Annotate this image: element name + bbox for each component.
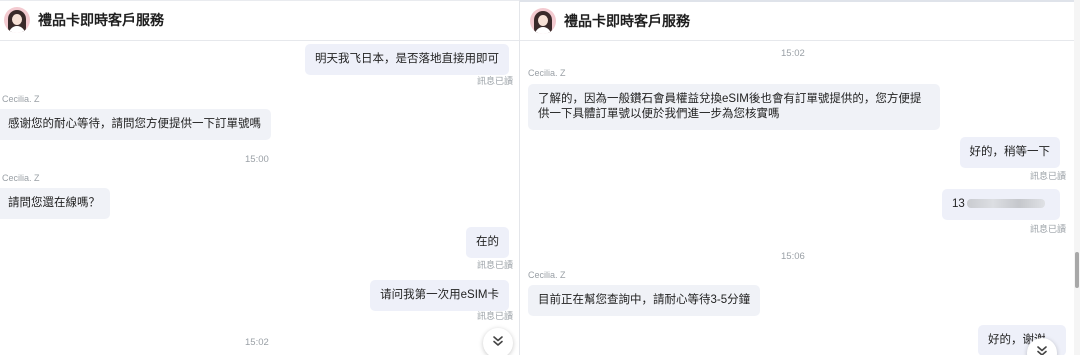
read-status: 訊息已讀 — [476, 76, 513, 86]
user-message: 好的，稍等一下 — [959, 137, 1060, 168]
agent-message: 目前正在幫您查詢中，請耐心等待3-5分鐘 — [528, 285, 761, 316]
read-status: 訊息已讀 — [1029, 171, 1066, 181]
chat-title: 禮品卡即時客戶服務 — [564, 13, 690, 29]
timestamp: 15:02 — [245, 337, 269, 348]
agent-name: Cecilia. Z — [528, 68, 566, 78]
user-message: 请问我第一次用eSIM卡 — [370, 280, 509, 311]
user-message: 在的 — [466, 227, 509, 258]
double-chevron-down-icon — [492, 334, 504, 352]
user-message-order-number: 13 — [942, 189, 1060, 220]
agent-avatar — [530, 8, 556, 34]
user-message: 明天我飞日本，是否落地直接用即可 — [305, 44, 509, 75]
timestamp: 15:06 — [781, 251, 805, 262]
chat-header: 禮品卡即時客戶服務 — [0, 0, 519, 41]
agent-name: Cecilia. Z — [2, 173, 40, 183]
chat-header: 禮品卡即時客戶服務 — [520, 0, 1080, 41]
read-status: 訊息已讀 — [1029, 224, 1066, 234]
agent-message: 感谢您的耐心等待，請問您方便提供一下訂單號嗎 — [0, 109, 271, 140]
read-status: 訊息已讀 — [476, 311, 513, 321]
read-status: 訊息已讀 — [476, 260, 513, 270]
scrollbar-thumb[interactable] — [1075, 252, 1079, 288]
scrollbar[interactable] — [1074, 0, 1080, 355]
double-chevron-down-icon — [1036, 344, 1048, 355]
redacted-order-number — [966, 199, 1045, 209]
right-chat-pane: 禮品卡即時客戶服務 15:02 Cecilia. Z 了解的，因為一般鑽石會員權… — [520, 0, 1080, 355]
order-number-text: 13 — [952, 198, 965, 210]
agent-avatar — [4, 7, 30, 33]
agent-message: 了解的，因為一般鑽石會員權益兌換eSIM後也會有訂單號提供的，您方便提供一下具體… — [528, 84, 940, 130]
scroll-to-bottom-button[interactable] — [483, 328, 513, 355]
timestamp: 15:00 — [245, 154, 269, 165]
agent-name: Cecilia. Z — [528, 270, 566, 280]
left-chat-pane: 禮品卡即時客戶服務 明天我飞日本，是否落地直接用即可 訊息已讀 Cecilia.… — [0, 0, 519, 355]
agent-name: Cecilia. Z — [2, 94, 40, 104]
timestamp: 15:02 — [781, 48, 805, 59]
chat-title: 禮品卡即時客戶服務 — [38, 12, 164, 28]
agent-message: 請問您還在線嗎？ — [0, 188, 110, 219]
